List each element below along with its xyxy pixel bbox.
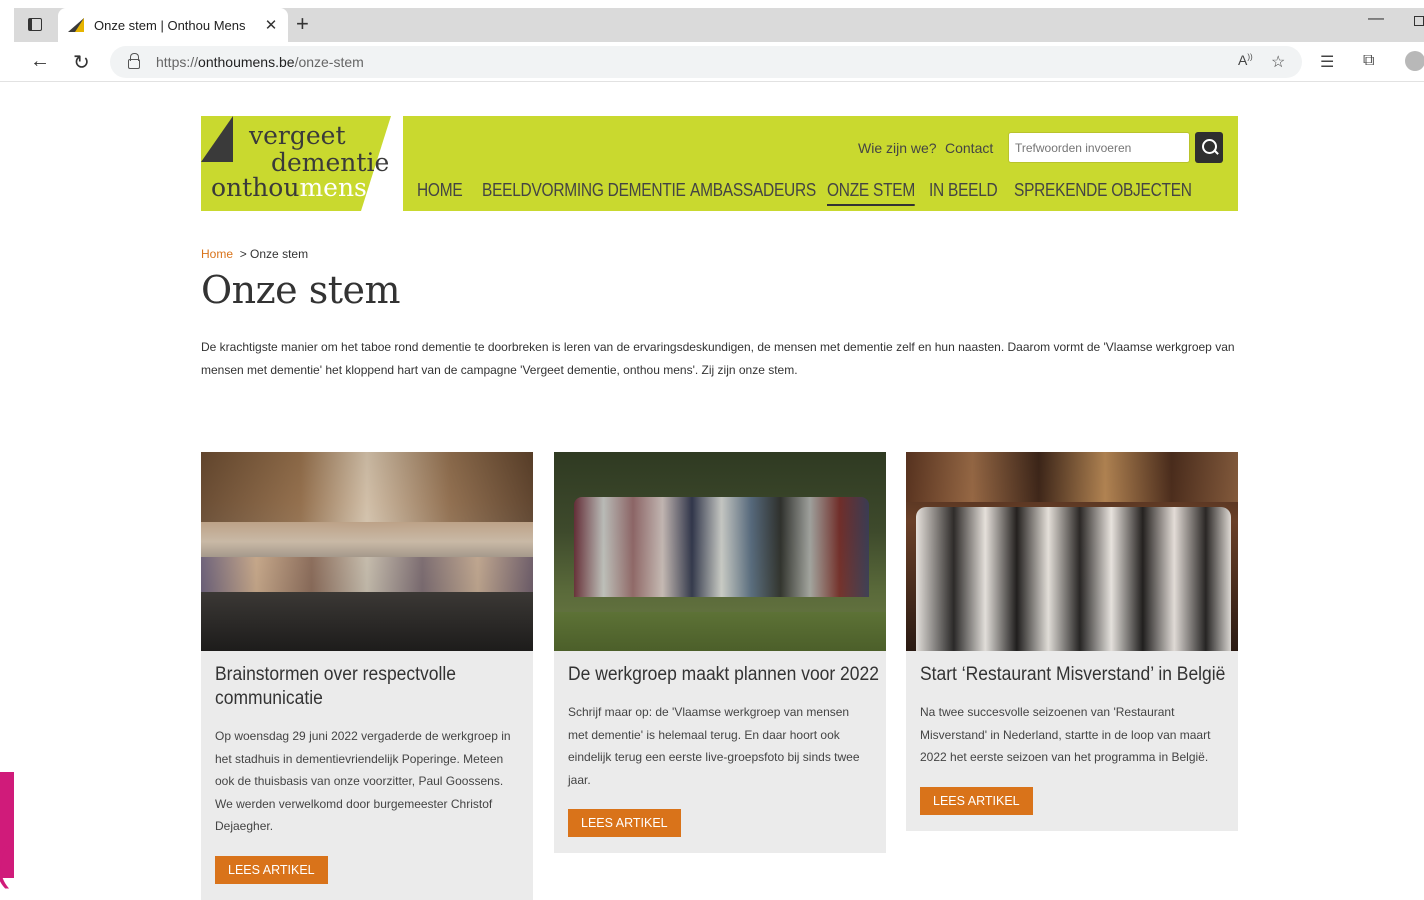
link-contact[interactable]: Contact bbox=[945, 140, 993, 156]
article-title[interactable]: Start ‘Restaurant Misverstand’ in België bbox=[920, 663, 1233, 687]
read-article-button[interactable]: LEES ARTIKEL bbox=[215, 855, 328, 884]
logo-text-onthou-mens: onthoumens bbox=[211, 173, 367, 202]
search-button[interactable] bbox=[1195, 132, 1223, 163]
read-aloud-icon[interactable]: A)) bbox=[1238, 52, 1253, 68]
logo-text-vergeet: vergeet bbox=[249, 121, 346, 150]
breadcrumb-current: Onze stem bbox=[250, 247, 309, 261]
add-favorite-icon[interactable]: ☆ bbox=[1271, 52, 1285, 72]
browser-tab[interactable]: Onze stem | Onthou Mens ✕ bbox=[58, 8, 288, 42]
address-bar[interactable]: https://onthoumens.be/onze-stem bbox=[110, 46, 1302, 78]
breadcrumb: Home > Onze stem bbox=[201, 247, 308, 261]
site-favicon-icon bbox=[68, 18, 84, 32]
back-arrow-icon[interactable]: ← bbox=[30, 50, 50, 73]
nav-sprekende-objecten[interactable]: SPREKENDE OBJECTEN bbox=[1014, 180, 1192, 201]
link-wie-zijn-we[interactable]: Wie zijn we? bbox=[858, 140, 937, 156]
nav-home[interactable]: HOME bbox=[417, 180, 463, 201]
reload-icon[interactable]: ↻ bbox=[73, 50, 90, 75]
intro-text: De krachtigste manier om het taboe rond … bbox=[201, 340, 1235, 377]
site-logo[interactable]: vergeet dementie onthoumens bbox=[201, 116, 391, 211]
article-photo-group[interactable] bbox=[554, 452, 886, 651]
nav-onze-stem[interactable]: ONZE STEM bbox=[827, 180, 915, 206]
side-decoration-glyph: ( bbox=[0, 836, 9, 890]
maximize-icon[interactable] bbox=[1414, 16, 1424, 26]
profile-avatar[interactable] bbox=[1405, 51, 1424, 71]
favorites-icon[interactable]: ☰ bbox=[1320, 52, 1334, 72]
logo-triangle-icon bbox=[201, 116, 233, 162]
collections-icon[interactable]: ⧉ bbox=[1363, 52, 1374, 70]
nav-in-beeld[interactable]: IN BEELD bbox=[929, 180, 998, 201]
read-article-button[interactable]: LEES ARTIKEL bbox=[568, 809, 681, 837]
page-title: Onze stem bbox=[201, 268, 401, 312]
article-card: Start ‘Restaurant Misverstand’ in België… bbox=[906, 452, 1238, 831]
tab-actions-icon[interactable] bbox=[18, 8, 52, 40]
read-article-button[interactable]: LEES ARTIKEL bbox=[920, 786, 1033, 815]
close-tab-icon[interactable]: ✕ bbox=[260, 16, 282, 34]
article-summary: Op woensdag 29 juni 2022 vergaderde de w… bbox=[215, 729, 511, 833]
nav-beeldvorming-dementie[interactable]: BEELDVORMING DEMENTIE bbox=[482, 180, 686, 201]
article-card: De werkgroep maakt plannen voor 2022 Sch… bbox=[554, 452, 886, 853]
nav-ambassadeurs[interactable]: AMBASSADEURS bbox=[690, 180, 816, 201]
minimize-icon[interactable]: — bbox=[1368, 10, 1384, 28]
article-photo-meeting[interactable] bbox=[201, 452, 533, 651]
search-input[interactable] bbox=[1008, 132, 1190, 163]
url-text: https://onthoumens.be/onze-stem bbox=[156, 54, 364, 70]
lock-icon bbox=[128, 53, 140, 69]
new-tab-icon[interactable]: + bbox=[296, 12, 309, 36]
article-summary: Schrijf maar op: de 'Vlaamse werkgroep v… bbox=[568, 705, 860, 787]
article-title[interactable]: Brainstormen over respectvolle communica… bbox=[215, 663, 528, 711]
article-card: Brainstormen over respectvolle communica… bbox=[201, 452, 533, 900]
tab-title: Onze stem | Onthou Mens bbox=[94, 17, 246, 33]
breadcrumb-home[interactable]: Home bbox=[201, 247, 233, 261]
article-summary: Na twee succesvolle seizoenen van 'Resta… bbox=[920, 705, 1211, 764]
article-title[interactable]: De werkgroep maakt plannen voor 2022 bbox=[568, 663, 881, 687]
breadcrumb-separator: > bbox=[239, 247, 247, 261]
article-photo-restaurant[interactable] bbox=[906, 452, 1238, 651]
